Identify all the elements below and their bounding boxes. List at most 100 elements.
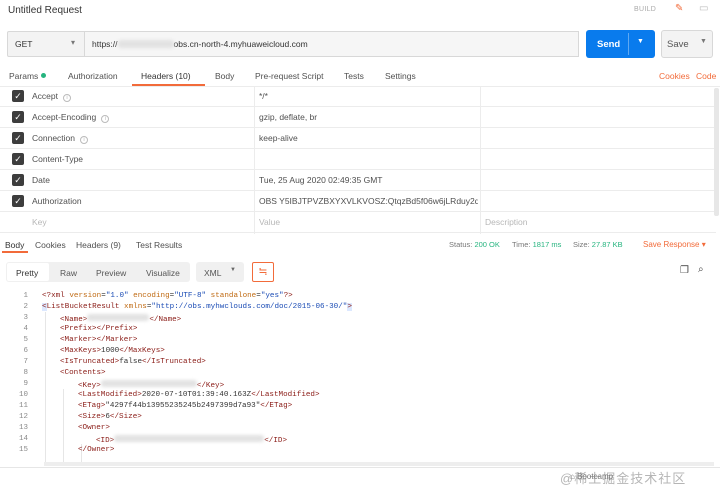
tab-tests[interactable]: Tests <box>344 71 364 81</box>
response-tab-body[interactable]: Body <box>5 240 24 250</box>
column-divider <box>254 86 255 234</box>
header-key[interactable]: Accept-Encoding i <box>32 112 110 123</box>
view-tab-pretty[interactable]: Pretty <box>16 268 38 278</box>
view-tab-raw[interactable]: Raw <box>60 268 77 278</box>
response-tab-test-results[interactable]: Test Results <box>136 240 182 250</box>
cookies-link[interactable]: Cookies <box>659 71 690 81</box>
time-label: Time: <box>512 240 531 249</box>
response-tab-headers[interactable]: Headers (9) <box>76 240 121 250</box>
line-number: 6 <box>23 347 28 355</box>
save-label: Save <box>667 39 689 50</box>
header-key-text: Accept <box>32 91 58 101</box>
code-line: <Name> </Name> <box>60 314 182 324</box>
tab-authorization[interactable]: Authorization <box>68 71 118 81</box>
response-tab-cookies[interactable]: Cookies <box>35 240 66 250</box>
chevron-down-icon: ▾ <box>701 240 706 249</box>
code-link[interactable]: Code <box>696 71 716 81</box>
headers-scrollbar[interactable] <box>714 88 719 216</box>
redacted-key <box>100 380 197 387</box>
line-number: 1 <box>23 292 28 300</box>
key-placeholder[interactable]: Key <box>32 217 47 227</box>
search-icon[interactable]: ⌕ <box>698 264 704 275</box>
status-label: Status: <box>449 240 473 249</box>
view-tab-preview[interactable]: Preview <box>96 268 126 278</box>
redacted-id <box>114 435 265 442</box>
comment-icon[interactable]: ▭ <box>699 3 708 14</box>
header-key-text: Connection <box>32 133 76 143</box>
method-label: GET <box>15 39 33 49</box>
time-indicator: Time: 1817 ms <box>512 240 561 249</box>
tab-headers[interactable]: Headers (10) <box>141 71 191 81</box>
code-line: <LastModified>2020-07-10T01:39:40.163Z</… <box>78 391 320 399</box>
checkbox-checked[interactable]: ✓ <box>12 111 24 123</box>
line-number: 10 <box>18 391 28 399</box>
send-options-chevron-icon[interactable]: ▼ <box>637 38 644 45</box>
code-line: <MaxKeys>1000</MaxKeys> <box>60 347 165 355</box>
line-number: 13 <box>18 424 28 432</box>
code-line: <Marker></Marker> <box>60 336 138 344</box>
size-value: 27.87 KB <box>591 240 623 249</box>
header-row: ✓ Accept-Encoding i gzip, deflate, br <box>0 107 716 128</box>
tab-pre-request-script[interactable]: Pre-request Script <box>255 71 324 81</box>
checkbox-checked[interactable]: ✓ <box>12 132 24 144</box>
header-row: ✓ Content-Type <box>0 149 716 170</box>
save-response-button[interactable]: Save Response ▾ <box>643 240 706 249</box>
watermark-text: @稀土掘金技术社区 <box>560 471 687 486</box>
view-tab-visualize[interactable]: Visualize <box>146 268 180 278</box>
checkbox-checked[interactable]: ✓ <box>12 174 24 186</box>
code-line: <Contents> <box>60 369 106 377</box>
header-key[interactable]: Accept i <box>32 91 71 102</box>
save-options-chevron-icon[interactable]: ▼ <box>700 38 707 45</box>
info-icon: i <box>63 94 71 102</box>
response-body-code[interactable]: 1 <?xml version="1.0" encoding="UTF-8" s… <box>0 290 715 462</box>
title-bar <box>0 0 720 22</box>
send-label: Send <box>597 39 621 50</box>
code-horizontal-scrollbar[interactable] <box>44 462 714 466</box>
line-number: 4 <box>23 325 28 333</box>
chevron-down-icon: ▼ <box>230 267 236 273</box>
checkbox-checked[interactable]: ✓ <box>12 153 24 165</box>
line-number: 5 <box>23 336 28 344</box>
redacted-bucket <box>117 40 174 48</box>
header-key-text: Accept-Encoding <box>32 112 97 122</box>
indent-guide <box>45 312 46 462</box>
tab-params[interactable]: Params <box>9 71 47 81</box>
checkbox-checked[interactable]: ✓ <box>12 90 24 102</box>
line-number: 8 <box>23 369 28 377</box>
request-title[interactable]: Untitled Request <box>8 5 82 16</box>
header-value[interactable]: */* <box>259 91 268 101</box>
description-placeholder[interactable]: Description <box>485 217 528 227</box>
header-key[interactable]: Connection i <box>32 133 89 144</box>
header-value[interactable]: gzip, deflate, br <box>259 112 317 122</box>
code-line: <ID> </ID> <box>96 435 288 445</box>
header-key[interactable]: Content-Type <box>32 154 83 164</box>
header-value[interactable]: OBS Y5IBJTPVZBXYXVLKVOSZ:QtqzBd5f06w6jLR… <box>259 196 478 206</box>
build-label[interactable]: BUILD <box>634 6 656 13</box>
checkbox-checked[interactable]: ✓ <box>12 195 24 207</box>
line-number: 3 <box>23 314 28 322</box>
save-response-label: Save Response <box>643 240 700 249</box>
pencil-icon[interactable]: ✎ <box>675 3 683 14</box>
code-line: <Size>6</Size> <box>78 413 142 421</box>
code-line: <ETag>"4297f44b13955235245b2497399d7a93"… <box>78 402 293 410</box>
wrap-lines-icon[interactable]: ≒ <box>252 262 274 282</box>
header-value[interactable]: Tue, 25 Aug 2020 02:49:35 GMT <box>259 175 383 185</box>
line-number: 14 <box>18 435 28 443</box>
code-line: <ListBucketResult xmlns="http://obs.myhw… <box>42 303 352 311</box>
params-active-dot <box>41 73 47 78</box>
info-icon: i <box>80 136 89 144</box>
chevron-down-icon: ▾ <box>71 38 76 47</box>
send-divider <box>628 33 629 55</box>
line-number: 7 <box>23 358 28 366</box>
header-key[interactable]: Date <box>32 175 50 185</box>
header-value[interactable]: keep-alive <box>259 133 298 143</box>
tab-body[interactable]: Body <box>215 71 234 81</box>
header-key[interactable]: Authorization <box>32 196 82 206</box>
url-text: https:// obs.cn-north-4.myhuaweicloud.com <box>92 39 308 49</box>
time-value: 1817 ms <box>532 240 562 249</box>
url-prefix: https:// <box>92 39 118 49</box>
copy-icon[interactable]: ❐ <box>680 265 689 276</box>
tab-settings[interactable]: Settings <box>385 71 416 81</box>
line-number: 9 <box>23 380 28 388</box>
value-placeholder[interactable]: Value <box>259 217 280 227</box>
